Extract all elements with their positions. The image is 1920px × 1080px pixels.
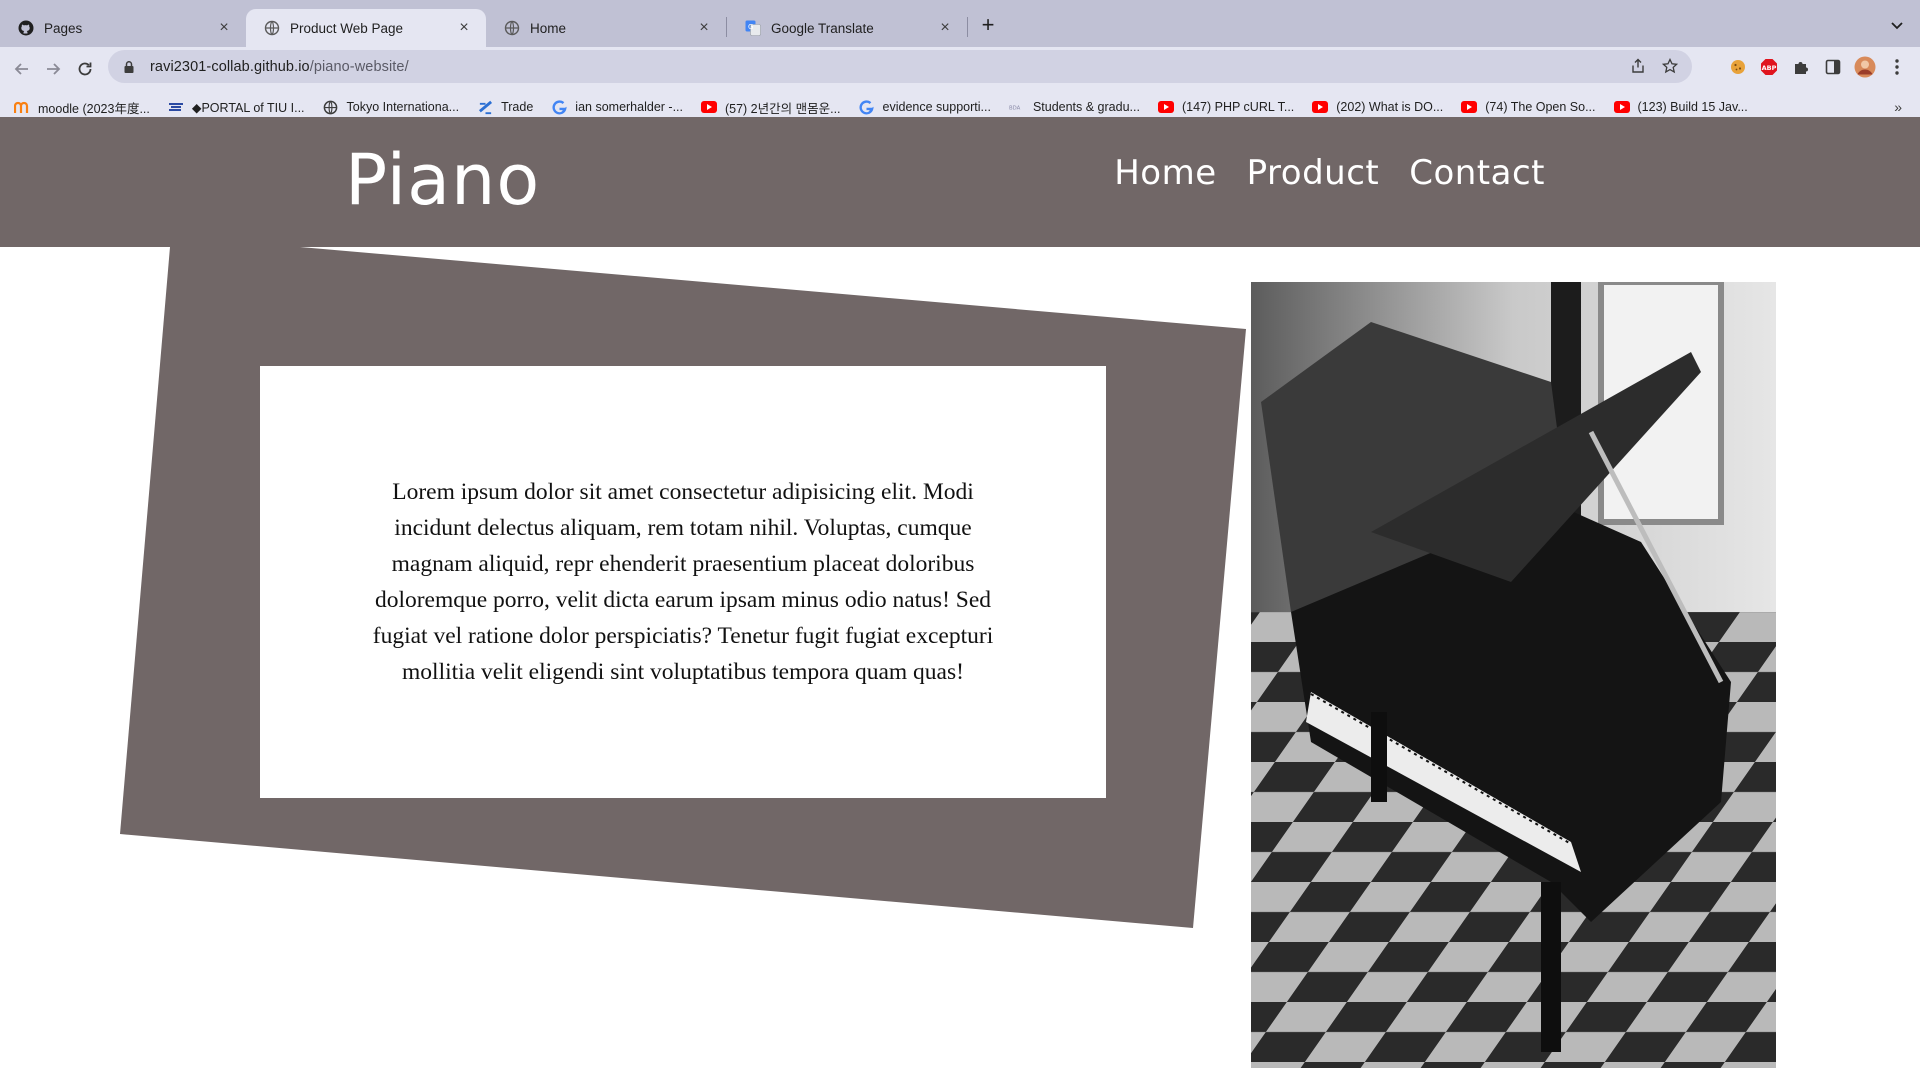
- tab-home[interactable]: Home ×: [486, 9, 726, 47]
- bookmark-label: (147) PHP cURL T...: [1181, 100, 1295, 114]
- tab-product-web-page[interactable]: Product Web Page ×: [246, 9, 486, 47]
- google-translate-icon: G: [745, 20, 761, 36]
- tab-search-chevron-icon[interactable]: [1888, 16, 1906, 34]
- youtube-icon: [700, 99, 717, 115]
- web-page: Piano Home Product Contact Lorem ipsum d…: [0, 117, 1920, 1080]
- close-tab-icon[interactable]: ×: [456, 20, 472, 36]
- tab-separator: [967, 17, 968, 37]
- tab-google-translate[interactable]: G Google Translate ×: [727, 9, 967, 47]
- youtube-icon: [1157, 99, 1174, 115]
- tab-strip: Pages × Product Web Page × Home × G Goog…: [0, 0, 1920, 47]
- tab-title: Pages: [44, 20, 83, 36]
- reload-button[interactable]: [71, 55, 99, 83]
- share-icon[interactable]: [1630, 58, 1646, 74]
- tab-title: Home: [530, 20, 567, 36]
- close-tab-icon[interactable]: ×: [696, 20, 712, 36]
- url-path: /piano-website/: [309, 58, 409, 75]
- bookmark-label: (202) What is DO...: [1336, 100, 1444, 114]
- nav-link-home[interactable]: Home: [1114, 153, 1216, 193]
- forward-arrow-icon: [47, 63, 61, 75]
- bookmark-item[interactable]: (57) 2년간의 맨몸운...: [700, 98, 841, 117]
- bookmark-star-icon[interactable]: [1662, 58, 1678, 74]
- profile-avatar[interactable]: [1854, 56, 1876, 78]
- bookmark-item[interactable]: Trade: [477, 99, 533, 115]
- tab-title: Google Translate: [771, 20, 874, 36]
- globe-icon: [323, 99, 339, 115]
- forward-button[interactable]: [39, 55, 67, 83]
- bookmark-item[interactable]: Tokyo Internationa...: [323, 99, 460, 115]
- nav-link-contact[interactable]: Contact: [1409, 153, 1545, 193]
- reload-icon: [78, 62, 92, 76]
- back-arrow-icon: [14, 63, 28, 75]
- github-icon: [18, 20, 34, 36]
- bda-icon: BDA: [1009, 99, 1025, 115]
- trade-icon: [477, 99, 493, 115]
- bookmark-label: ian somerhalder -...: [575, 100, 683, 114]
- back-button[interactable]: [8, 55, 36, 83]
- grand-piano-photo: [1251, 282, 1776, 1068]
- close-tab-icon[interactable]: ×: [216, 20, 232, 36]
- extension-cookie-icon[interactable]: [1727, 56, 1749, 78]
- bookmark-item[interactable]: (123) Build 15 Jav...: [1613, 99, 1748, 115]
- nav-link-product[interactable]: Product: [1247, 153, 1380, 193]
- bookmark-label: ◆PORTAL of TIU I...: [191, 100, 305, 115]
- bookmark-label: (74) The Open So...: [1485, 100, 1596, 114]
- bookmark-label: Tokyo Internationa...: [346, 100, 460, 114]
- svg-text:ABP: ABP: [1762, 64, 1777, 72]
- google-icon: [859, 99, 875, 115]
- bookmark-label: Students & gradu...: [1032, 100, 1140, 114]
- bookmark-item[interactable]: (74) The Open So...: [1461, 99, 1596, 115]
- lock-icon[interactable]: [122, 60, 136, 74]
- svg-text:G: G: [748, 23, 753, 31]
- browser-menu-icon[interactable]: [1886, 56, 1908, 78]
- tiu-icon: [168, 99, 184, 115]
- svg-text:BDA: BDA: [1009, 106, 1021, 112]
- url-text: ravi2301-collab.github.io/piano-website/: [150, 59, 409, 75]
- google-icon: [551, 99, 567, 115]
- bookmark-label: (57) 2년간의 맨몸운...: [724, 101, 841, 116]
- side-panel-icon[interactable]: [1822, 56, 1844, 78]
- bookmark-label: Trade: [501, 100, 534, 114]
- address-bar[interactable]: ravi2301-collab.github.io/piano-website/: [108, 50, 1692, 83]
- bookmark-item[interactable]: (147) PHP cURL T...: [1157, 99, 1295, 115]
- bookmark-item[interactable]: ian somerhalder -...: [551, 99, 683, 115]
- tab-title: Product Web Page: [290, 20, 404, 36]
- youtube-icon: [1461, 99, 1478, 115]
- site-header: Piano Home Product Contact: [0, 117, 1920, 247]
- bookmark-label: evidence supporti...: [882, 100, 991, 114]
- youtube-icon: [1613, 99, 1630, 115]
- tab-pages[interactable]: Pages ×: [0, 9, 246, 47]
- bookmark-item[interactable]: BDA Students & gradu...: [1009, 99, 1140, 115]
- bookmark-item[interactable]: (202) What is DO...: [1312, 99, 1443, 115]
- extensions-puzzle-icon[interactable]: [1790, 56, 1812, 78]
- moodle-icon: [14, 99, 30, 115]
- bookmark-item[interactable]: moodle (2023年度...: [14, 98, 150, 117]
- globe-icon: [264, 20, 280, 36]
- bookmark-label: (123) Build 15 Jav...: [1637, 100, 1748, 114]
- bookmarks-overflow-button[interactable]: »: [1894, 99, 1902, 115]
- bookmark-item[interactable]: ◆PORTAL of TIU I...: [168, 99, 305, 115]
- url-host: ravi2301-collab.github.io: [150, 58, 310, 75]
- youtube-icon: [1312, 99, 1329, 115]
- close-tab-icon[interactable]: ×: [937, 20, 953, 36]
- new-tab-button[interactable]: +: [976, 14, 1000, 38]
- browser-toolbar: ravi2301-collab.github.io/piano-website/…: [0, 47, 1920, 127]
- globe-icon: [504, 20, 520, 36]
- text-card: Lorem ipsum dolor sit amet consectetur a…: [260, 366, 1106, 798]
- site-logo[interactable]: Piano: [345, 139, 540, 221]
- bookmark-label: moodle (2023年度...: [38, 101, 150, 116]
- address-bar-actions: [1630, 58, 1678, 74]
- bookmark-item[interactable]: evidence supporti...: [859, 99, 991, 115]
- adblock-plus-icon[interactable]: ABP: [1758, 56, 1780, 78]
- card-paragraph: Lorem ipsum dolor sit amet consectetur a…: [372, 479, 994, 685]
- site-nav: Home Product Contact: [1114, 153, 1545, 193]
